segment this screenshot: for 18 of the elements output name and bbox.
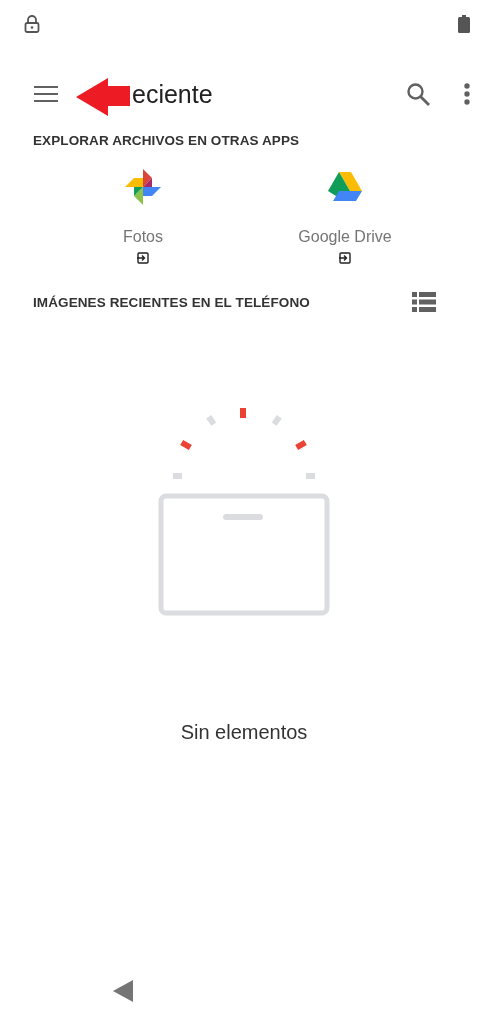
app-label[interactable]: Fotos [123, 228, 163, 246]
open-in-icon[interactable] [137, 252, 149, 264]
empty-message: Sin elementos [180, 721, 308, 743]
list-view-icon[interactable] [412, 292, 436, 312]
lock-icon [24, 15, 40, 33]
search-icon[interactable] [406, 82, 430, 106]
pinwheel-icon [124, 168, 162, 206]
battery-icon [458, 15, 470, 33]
section-header: EXPLORAR ARCHIVOS EN OTRAS APPS [33, 132, 300, 148]
triangle-logo-icon [327, 171, 363, 203]
menu-icon[interactable] [34, 85, 58, 103]
arrow-annotation [76, 78, 130, 116]
section-header: IMÁGENES RECIENTES EN EL TELÉFONO [33, 294, 310, 310]
app-label[interactable]: Google Drive [298, 228, 392, 246]
back-icon[interactable] [113, 980, 133, 1002]
more-options-icon[interactable] [464, 83, 470, 105]
screen-title: eciente [132, 79, 214, 109]
open-in-icon[interactable] [339, 252, 351, 264]
